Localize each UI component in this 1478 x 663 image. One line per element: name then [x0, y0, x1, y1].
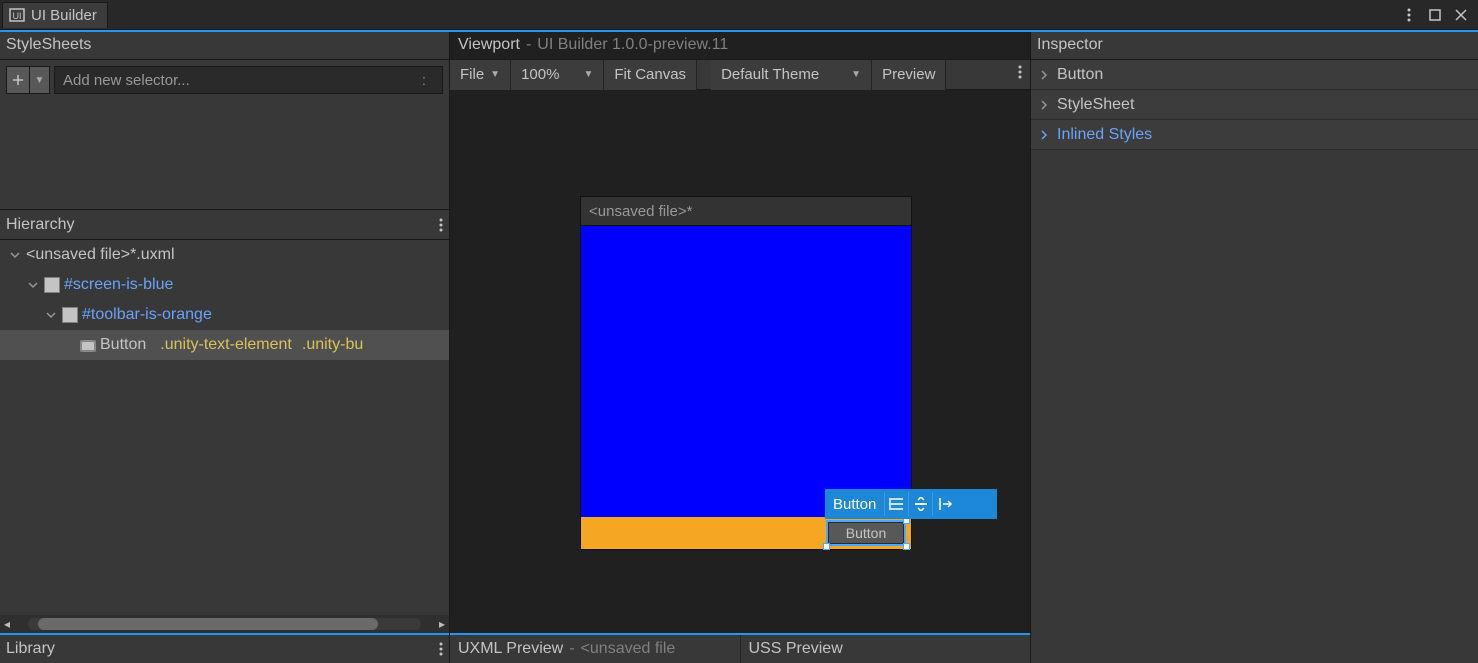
tree-label: Button — [100, 336, 146, 354]
selector-placeholder: Add new selector... — [63, 72, 190, 89]
window-titlebar: UI UI Builder — [0, 0, 1478, 30]
tree-row-button[interactable]: Button .unity-text-element .unity-bu — [0, 330, 449, 360]
selection-outline — [826, 520, 906, 546]
title-tab[interactable]: UI UI Builder — [2, 2, 108, 28]
tree-label: #screen-is-blue — [64, 276, 173, 294]
selection-tag-label: Button — [825, 496, 884, 513]
preview-footer: UXML Preview - <unsaved file USS Preview — [450, 633, 1030, 663]
viewport-header: Viewport - UI Builder 1.0.0-preview.11 — [450, 30, 1030, 60]
fit-canvas-button[interactable]: Fit Canvas — [604, 60, 697, 90]
preview-button[interactable]: Preview — [872, 60, 946, 90]
file-menu[interactable]: File▼ — [450, 60, 511, 90]
inspector-title: Inspector — [1037, 36, 1103, 54]
foldout-icon[interactable] — [26, 278, 40, 292]
scroll-right-arrow[interactable]: ▸ — [435, 617, 449, 631]
close-icon[interactable] — [1452, 6, 1470, 24]
library-header: Library — [0, 633, 449, 663]
foldout-right-icon — [1037, 68, 1051, 82]
justify-content-icon[interactable] — [932, 492, 956, 516]
visual-element-icon — [62, 307, 78, 323]
uxml-preview-header[interactable]: UXML Preview - <unsaved file — [450, 635, 741, 663]
tree-label: #toolbar-is-orange — [82, 306, 212, 324]
add-button[interactable] — [6, 66, 30, 94]
library-menu-icon[interactable] — [439, 642, 443, 656]
tree-class: .unity-bu — [302, 336, 363, 354]
horizontal-scrollbar[interactable]: ◂ ▸ — [0, 615, 449, 633]
viewport-toolbar: File▼ 100%▼ Fit Canvas Default Theme▼ Pr… — [450, 60, 1030, 90]
library-title: Library — [6, 640, 55, 658]
flex-direction-icon[interactable] — [884, 492, 908, 516]
selector-input[interactable]: Add new selector... : — [54, 66, 443, 94]
stylesheets-header: StyleSheets — [0, 30, 449, 60]
tree-class: .unity-text-element — [160, 336, 292, 354]
viewport-menu-icon[interactable] — [1010, 65, 1030, 84]
scrollbar-thumb[interactable] — [38, 618, 378, 630]
viewport-subtitle: UI Builder 1.0.0-preview.11 — [537, 36, 728, 54]
hierarchy-title: Hierarchy — [6, 216, 74, 234]
stylesheets-panel: ▼ Add new selector... : — [0, 60, 449, 210]
screen-element[interactable] — [581, 226, 911, 518]
foldout-right-icon — [1037, 128, 1051, 142]
zoom-dropdown[interactable]: 100%▼ — [511, 60, 604, 90]
inspector-section-stylesheet[interactable]: StyleSheet — [1031, 90, 1478, 120]
theme-dropdown[interactable]: Default Theme▼ — [711, 60, 872, 90]
viewport-title: Viewport — [458, 36, 520, 54]
inspector-section-button[interactable]: Button — [1031, 60, 1478, 90]
ui-builder-icon: UI — [9, 7, 25, 23]
maximize-icon[interactable] — [1426, 6, 1444, 24]
kebab-menu-icon[interactable] — [1400, 6, 1418, 24]
tree-label: <unsaved file>*.uxml — [26, 246, 175, 264]
canvas-title[interactable]: <unsaved file>* — [580, 196, 912, 226]
align-items-icon[interactable] — [908, 492, 932, 516]
hierarchy-menu-icon[interactable] — [439, 218, 443, 232]
tree-row-toolbar[interactable]: #toolbar-is-orange — [0, 300, 449, 330]
canvas-content[interactable]: Button Button — [580, 226, 912, 550]
foldout-icon[interactable] — [8, 248, 22, 262]
add-dropdown[interactable]: ▼ — [30, 66, 50, 94]
svg-text:UI: UI — [13, 11, 22, 21]
hierarchy-header: Hierarchy — [0, 210, 449, 240]
inspector-header: Inspector — [1031, 30, 1478, 60]
foldout-right-icon — [1037, 98, 1051, 112]
pseudo-selector-hint[interactable]: : — [414, 72, 434, 89]
inspector-section-inlined-styles[interactable]: Inlined Styles — [1031, 120, 1478, 150]
tree-row-root[interactable]: <unsaved file>*.uxml — [0, 240, 449, 270]
foldout-icon[interactable] — [44, 308, 58, 322]
canvas-area[interactable]: <unsaved file>* Button Button — [450, 90, 1030, 633]
visual-element-icon — [44, 277, 60, 293]
stylesheets-title: StyleSheets — [6, 36, 91, 54]
tree-row-screen[interactable]: #screen-is-blue — [0, 270, 449, 300]
hierarchy-panel: <unsaved file>*.uxml #screen-is-blue #to… — [0, 240, 449, 633]
title-tab-label: UI Builder — [31, 7, 97, 24]
uss-preview-header[interactable]: USS Preview — [741, 635, 1031, 663]
selection-tag[interactable]: Button — [825, 489, 997, 519]
button-element-icon — [80, 339, 96, 351]
scroll-left-arrow[interactable]: ◂ — [0, 617, 14, 631]
